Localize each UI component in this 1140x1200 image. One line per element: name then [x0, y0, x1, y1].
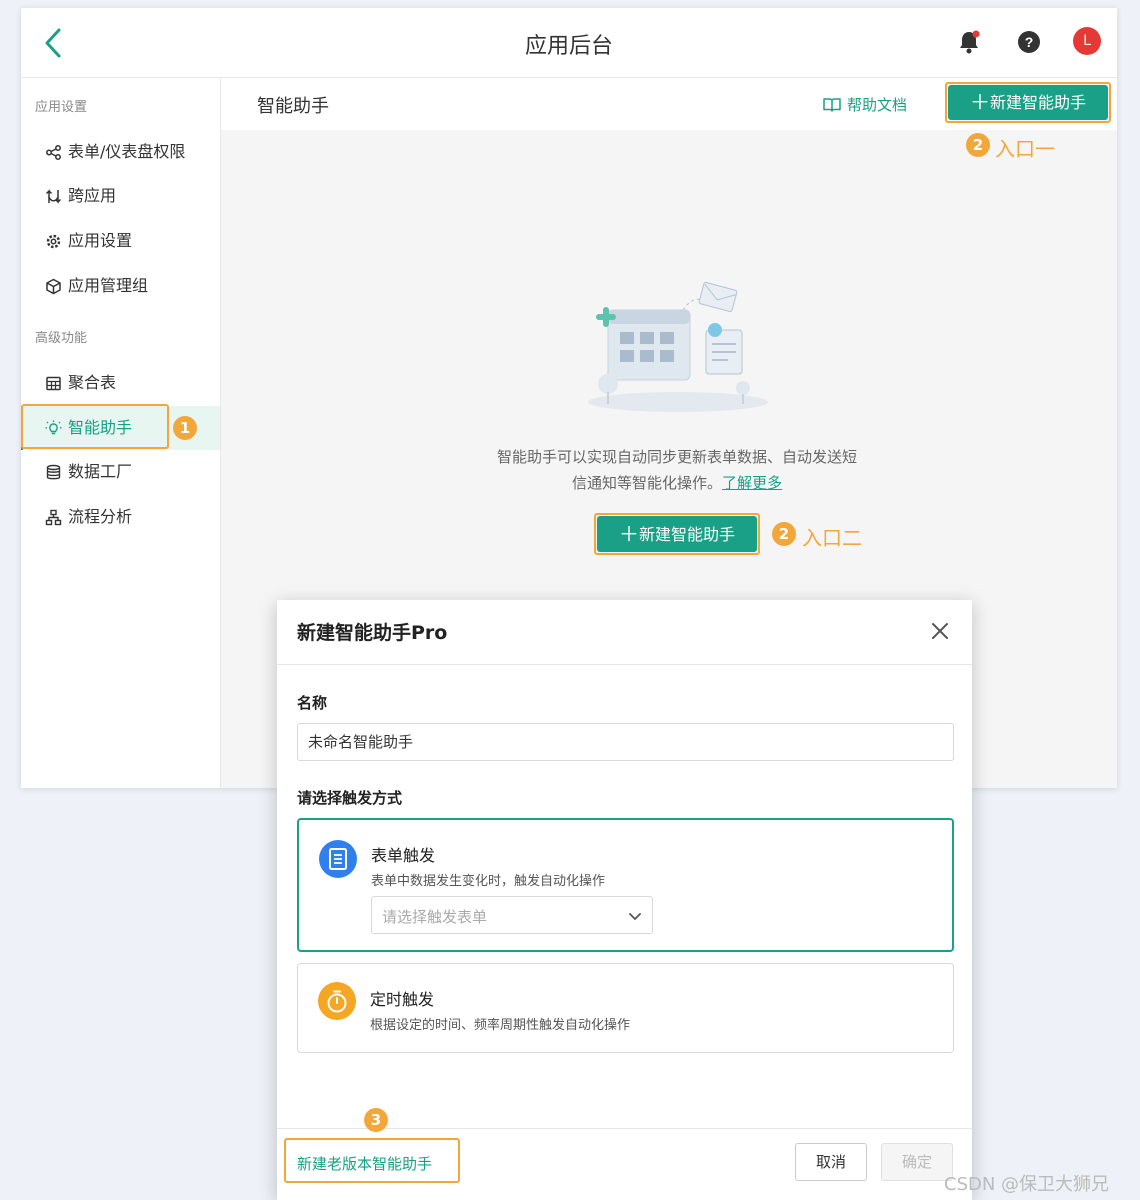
- dialog-title: 新建智能助手Pro: [297, 622, 448, 644]
- sidebar-item-label: 聚合表: [68, 373, 117, 392]
- sidebar-item-label: 跨应用: [68, 186, 117, 205]
- avatar[interactable]: L: [1073, 27, 1101, 55]
- entry-label-2: 入口二: [802, 526, 862, 550]
- highlight-box-legacy: [284, 1138, 460, 1183]
- empty-state-text: 智能助手可以实现自动同步更新表单数据、自动发送短 信通知等智能化操作。了解更多: [440, 444, 914, 496]
- step-badge-2b: 2: [772, 522, 796, 546]
- flow-icon: [45, 509, 62, 526]
- trigger-form-select[interactable]: 请选择触发表单: [371, 896, 653, 934]
- entry-label-1: 入口一: [995, 137, 1055, 161]
- gear-icon: [46, 234, 61, 249]
- sidebar-item-cross-app[interactable]: 跨应用: [21, 174, 220, 218]
- name-input[interactable]: 未命名智能助手: [297, 723, 954, 761]
- sidebar-item-process-analysis[interactable]: 流程分析: [21, 495, 220, 539]
- sidebar-item-aggregate-table[interactable]: 聚合表: [21, 361, 220, 405]
- chevron-down-icon: [629, 913, 641, 921]
- close-icon[interactable]: [929, 620, 951, 642]
- page-title: 应用后台: [524, 34, 613, 59]
- sidebar-item-label: 流程分析: [68, 507, 133, 526]
- watermark: CSDN @保卫大狮兄: [944, 1174, 1110, 1195]
- new-assistant-label: 新建智能助手: [989, 93, 1086, 112]
- sidebar-group-advanced: 高级功能: [35, 331, 88, 346]
- svg-text:?: ?: [1025, 34, 1034, 50]
- plus-icon: ＋: [618, 522, 639, 546]
- sidebar-item-label: 表单/仪表盘权限: [68, 142, 186, 161]
- help-docs-label: 帮助文档: [847, 96, 908, 114]
- learn-more-link[interactable]: 了解更多: [722, 474, 782, 492]
- timer-icon: [318, 982, 356, 1020]
- trigger-label: 请选择触发方式: [297, 789, 403, 807]
- empty-state-line-2-text: 信通知等智能化操作。: [571, 474, 722, 492]
- sidebar-item-data-factory[interactable]: 数据工厂: [21, 450, 220, 494]
- help-docs-link[interactable]: 帮助文档: [823, 94, 907, 115]
- dialog-divider-top: [277, 664, 972, 665]
- trigger-form-select-placeholder: 请选择触发表单: [382, 908, 488, 926]
- trigger-title-form: 表单触发: [371, 846, 436, 865]
- trigger-card-form[interactable]: 表单触发 表单中数据发生变化时，触发自动化操作 请选择触发表单: [297, 818, 954, 952]
- sidebar-item-app-settings[interactable]: 应用设置: [21, 219, 220, 263]
- book-icon: [823, 98, 841, 112]
- highlight-box-sidebar: [21, 404, 169, 449]
- empty-state-line-2: 信通知等智能化操作。了解更多: [440, 470, 914, 496]
- trigger-card-timer[interactable]: 定时触发 根据设定的时间、频率周期性触发自动化操作: [297, 963, 954, 1053]
- share-icon: [46, 145, 61, 160]
- confirm-button[interactable]: 确定: [881, 1143, 953, 1181]
- sidebar-item-label: 应用设置: [68, 231, 133, 250]
- cube-icon: [46, 278, 61, 295]
- database-icon: [46, 464, 61, 480]
- sidebar-item-label: 数据工厂: [68, 462, 133, 481]
- table-icon: [46, 376, 61, 391]
- sidebar-group-app-settings: 应用设置: [35, 100, 88, 115]
- help-icon[interactable]: ?: [1015, 28, 1043, 56]
- step-badge-1: 1: [173, 416, 197, 440]
- sidebar-item-label: 应用管理组: [68, 276, 149, 295]
- sidebar-item-form-permissions[interactable]: 表单/仪表盘权限: [21, 130, 220, 174]
- empty-state-illustration: [588, 281, 768, 412]
- step-badge-3: 3: [364, 1108, 388, 1132]
- new-assistant-button-header[interactable]: ＋新建智能助手: [948, 85, 1108, 120]
- new-assistant-button-center[interactable]: ＋新建智能助手: [597, 516, 757, 552]
- step-badge-2: 2: [966, 133, 990, 157]
- cancel-button[interactable]: 取消: [795, 1143, 867, 1181]
- trigger-desc-form: 表单中数据发生变化时，触发自动化操作: [371, 874, 606, 889]
- trigger-title-timer: 定时触发: [370, 990, 435, 1009]
- new-assistant-label: 新建智能助手: [638, 525, 735, 544]
- name-label: 名称: [297, 694, 328, 712]
- cross-app-icon: [45, 189, 62, 204]
- trigger-desc-timer: 根据设定的时间、频率周期性触发自动化操作: [370, 1018, 631, 1033]
- top-bar: 应用后台 ? L: [21, 8, 1117, 78]
- plus-icon: ＋: [969, 90, 990, 114]
- sidebar-item-admin-group[interactable]: 应用管理组: [21, 264, 220, 308]
- section-title: 智能助手: [257, 96, 329, 117]
- notification-bell-icon[interactable]: [955, 28, 983, 56]
- empty-state-line-1: 智能助手可以实现自动同步更新表单数据、自动发送短: [496, 448, 857, 466]
- form-icon: [319, 840, 357, 878]
